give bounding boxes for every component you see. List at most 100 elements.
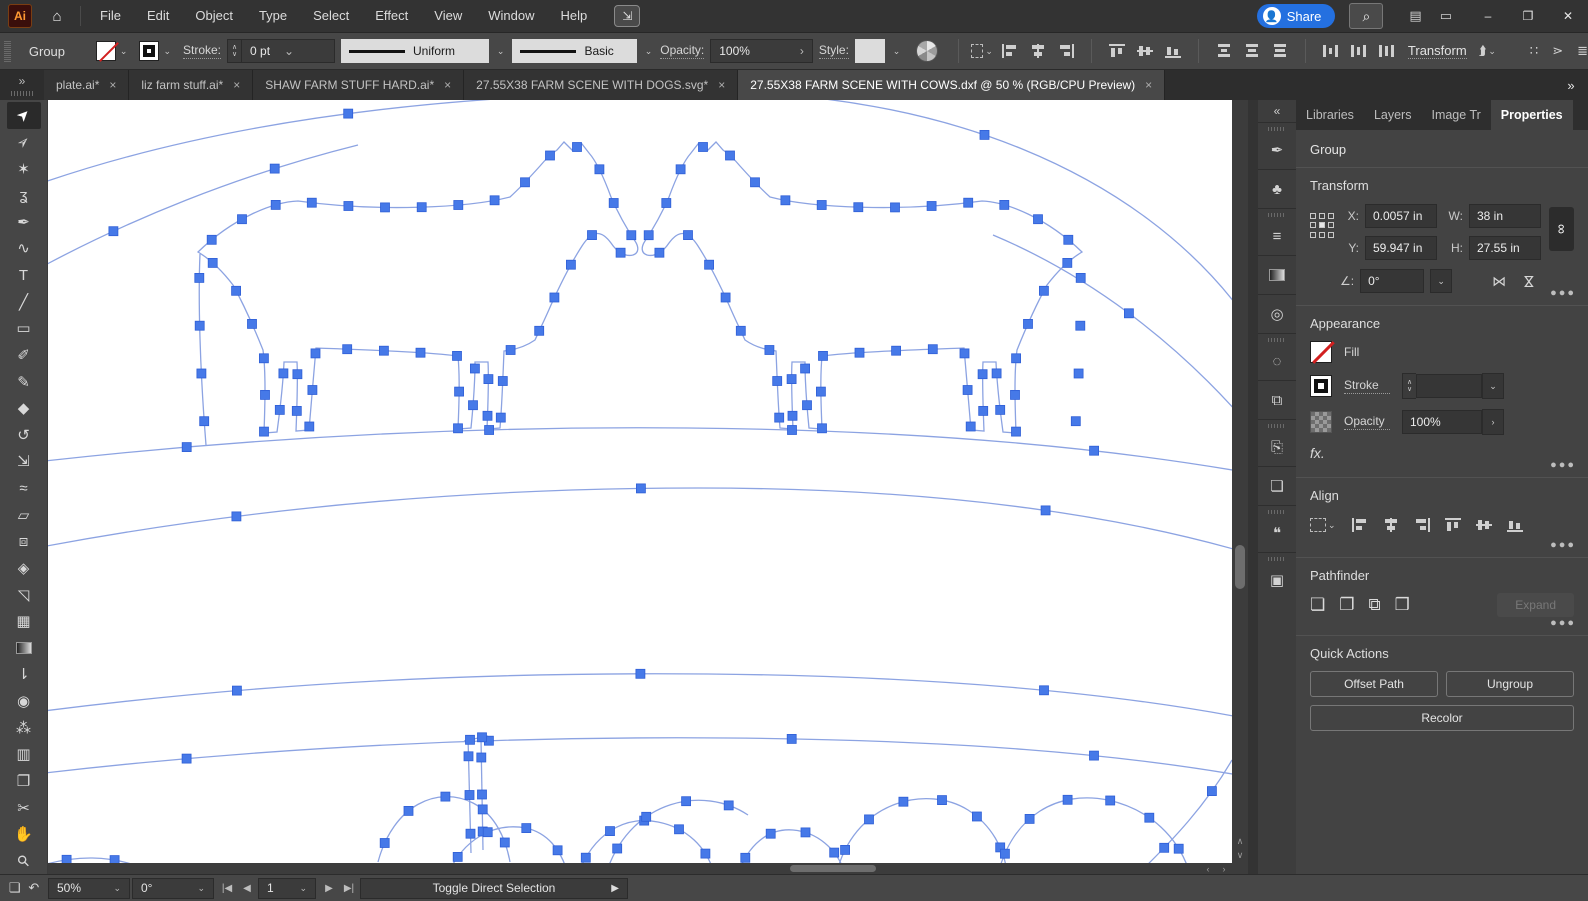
anchor-point[interactable] [196, 368, 207, 379]
symbols-icon[interactable]: ♣ [1262, 174, 1292, 204]
artboard-view-icon[interactable]: ▭ [1440, 8, 1452, 24]
anchor-point[interactable] [1024, 814, 1035, 824]
anchor-point[interactable] [978, 405, 989, 416]
anchor-point[interactable] [890, 202, 900, 213]
anchor-point[interactable] [108, 226, 119, 237]
vertical-scrollbar[interactable]: ∧ ∨ [1232, 100, 1248, 874]
shape-builder-tool[interactable]: ⧈ [7, 528, 41, 555]
menu-effect[interactable]: Effect [362, 0, 421, 32]
stroke-dropdown-icon[interactable]: ⌄ [1482, 373, 1504, 399]
effects-icon[interactable]: fx. [1310, 445, 1574, 461]
anchor-point[interactable] [816, 386, 826, 397]
anchor-point[interactable] [343, 201, 354, 211]
tab-close-icon[interactable]: × [109, 78, 116, 92]
zoom-tool[interactable]: ⚲ [7, 848, 41, 875]
anchor-point[interactable] [343, 108, 354, 119]
anchor-point[interactable] [704, 259, 714, 270]
live-paint-tool[interactable]: ◈ [7, 555, 41, 582]
eyedropper-tool[interactable]: ⇂ [7, 661, 41, 688]
anchor-point[interactable] [453, 423, 463, 434]
align-top-icon[interactable] [1444, 517, 1462, 533]
stroke-swatch[interactable] [1310, 375, 1332, 397]
more-options-icon[interactable]: ●●● [1550, 617, 1576, 629]
anchor-point[interactable] [292, 369, 303, 380]
more-options-icon[interactable]: ●●● [1550, 459, 1576, 471]
artboards-panel-icon[interactable]: ⧉ [1262, 385, 1292, 415]
tab-close-icon[interactable]: × [444, 78, 451, 92]
pathfinder-unite-icon[interactable]: ❏ [1310, 595, 1325, 615]
anchor-point[interactable] [484, 425, 495, 435]
menu-file[interactable]: File [87, 0, 134, 32]
anchor-point[interactable] [1159, 842, 1170, 853]
anchor-point[interactable] [274, 404, 285, 415]
menu-object[interactable]: Object [182, 0, 246, 32]
drag-grip[interactable] [4, 40, 11, 62]
anchor-point[interactable] [962, 385, 973, 395]
anchor-point[interactable] [661, 198, 672, 208]
tab-close-icon[interactable]: × [718, 78, 725, 92]
isolate-selection-icon[interactable]: ⮭ ⌄ [1479, 39, 1498, 63]
symbol-sprayer-tool[interactable]: ⁂ [7, 714, 41, 741]
selection-tool[interactable]: ➤ [6, 102, 41, 129]
anchor-point[interactable] [786, 734, 797, 744]
distribute-right-icon[interactable] [1378, 43, 1396, 59]
anchor-point[interactable] [465, 828, 476, 839]
stroke-color-swatch[interactable] [139, 41, 160, 61]
anchor-point[interactable] [800, 363, 810, 374]
anchor-point[interactable] [1207, 786, 1217, 796]
opacity-field[interactable]: 100% [1402, 410, 1482, 434]
anchor-point[interactable] [674, 824, 684, 835]
document-tab[interactable]: SHAW FARM STUFF HARD.ai* × [253, 70, 465, 100]
anchor-point[interactable] [482, 410, 493, 421]
anchor-point[interactable] [800, 827, 811, 838]
anchor-point[interactable] [521, 823, 532, 833]
toolbar-collapse[interactable]: » [0, 70, 44, 100]
anchor-point[interactable] [505, 345, 516, 355]
scroll-right-icon[interactable]: › [1216, 863, 1232, 874]
anchor-point[interactable] [1075, 320, 1086, 331]
anchor-point[interactable] [306, 197, 317, 208]
width-profile-dropdown-icon[interactable]: ⌄ [495, 46, 507, 57]
home-icon[interactable]: ⌂ [40, 8, 74, 25]
anchor-point[interactable] [469, 363, 480, 374]
anchor-point[interactable] [1033, 214, 1043, 225]
menu-help[interactable]: Help [547, 0, 600, 32]
collapse-panels-icon[interactable]: « [1274, 100, 1281, 122]
anchor-point[interactable] [1089, 445, 1099, 456]
artboard-tool[interactable]: ❐ [7, 768, 41, 795]
anchor-point[interactable] [972, 811, 982, 822]
width-tool[interactable]: ≈ [7, 475, 41, 502]
scale-tool[interactable]: ⇲ [7, 448, 41, 475]
blend-tool[interactable]: ◉ [7, 688, 41, 715]
anchor-point[interactable] [594, 164, 605, 175]
align-h-center-icon[interactable] [1382, 517, 1400, 533]
menu-view[interactable]: View [421, 0, 475, 32]
anchor-point[interactable] [291, 405, 302, 416]
anchor-point[interactable] [636, 483, 646, 494]
anchor-point[interactable] [207, 257, 218, 268]
anchor-point[interactable] [750, 177, 760, 188]
recolor-artwork-icon[interactable] [916, 40, 938, 62]
anchor-point[interactable] [840, 845, 850, 855]
export-panel-icon[interactable]: ⎘ [1262, 432, 1292, 462]
anchor-point[interactable] [605, 826, 615, 836]
anchor-point[interactable] [1010, 389, 1020, 400]
constrain-proportions-icon[interactable]: ∞ [1549, 207, 1574, 251]
anchor-point[interactable] [278, 368, 289, 379]
restore-button[interactable]: ❐ [1508, 0, 1548, 32]
anchor-point[interactable] [260, 389, 270, 400]
anchor-point[interactable] [269, 163, 280, 174]
align-bottom-icon[interactable] [1506, 517, 1524, 533]
anchor-point[interactable] [1089, 750, 1099, 761]
anchor-point[interactable] [237, 214, 247, 225]
brush-dropdown-icon[interactable]: ⌄ [643, 46, 655, 57]
anchor-point[interactable] [816, 200, 827, 210]
anchor-point[interactable] [580, 852, 591, 863]
artboard-select[interactable]: 1 [258, 877, 316, 899]
anchor-point[interactable] [683, 230, 693, 241]
rotation-select[interactable]: 0° [132, 877, 214, 899]
tab-overflow-icon[interactable]: » [1554, 70, 1588, 100]
anchor-point[interactable] [764, 345, 775, 355]
anchor-point[interactable] [452, 852, 463, 862]
anchor-point[interactable] [787, 410, 798, 421]
